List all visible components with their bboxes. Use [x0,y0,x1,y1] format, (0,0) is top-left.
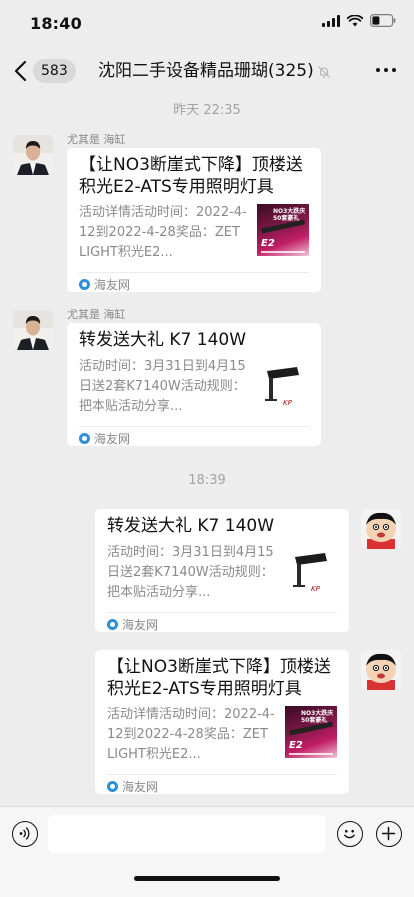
my-avatar[interactable] [361,509,401,549]
source-app-icon [107,781,118,792]
link-card[interactable]: 转发送大礼 K7 140W 活动时间：3月31日到4月15日送2套K7140W活… [95,509,349,632]
sender-name: 尤其是 海缸 [67,133,126,146]
voice-input-button[interactable] [12,821,38,847]
sender-name: 尤其是 海缸 [67,308,126,321]
status-time: 18:40 [30,14,82,33]
source-app-icon [79,433,90,444]
sender-avatar[interactable] [13,310,53,350]
link-card[interactable]: 转发送大礼 K7 140W 活动时间：3月31日到4月15日送2套K7140W活… [67,323,321,446]
card-thumbnail: KP [257,361,309,413]
timestamp: 昨天 22:35 [173,103,241,118]
card-source: 海友网 [107,778,158,795]
card-description: 活动时间：3月31日到4月15日送2套K7140W活动规则：把本贴活动分享... [79,359,246,414]
source-name: 海友网 [122,780,159,794]
card-source: 海友网 [79,430,130,447]
thumbnail-label: E2 [261,238,275,249]
card-description: 活动时间：3月31日到4月15日送2套K7140W活动规则：把本贴活动分享... [107,545,274,600]
back-icon[interactable] [10,58,32,84]
message-input[interactable] [48,815,326,853]
link-card[interactable]: 【让NO3断崖式下降】顶楼送积光E2-ATS专用照明灯具 活动详情活动时间：20… [67,148,321,292]
source-app-icon [79,279,90,290]
source-name: 海友网 [94,432,131,446]
status-bar: 18:40 [0,0,414,48]
card-title: 【让NO3断崖式下降】顶楼送积光E2-ATS专用照明灯具 [79,155,303,197]
status-icons [322,14,396,27]
card-title: 转发送大礼 K7 140W [79,330,247,350]
signal-icon [322,14,340,27]
card-thumbnail: KP [285,547,337,599]
svg-text:KP: KP [311,585,321,593]
unread-count-badge[interactable]: 583 [33,59,76,83]
card-thumbnail: NO3大跌庆 50套豪礼 E2 [285,706,337,758]
chat-header: 583 沈阳二手设备精品珊瑚(325) [0,48,414,94]
card-divider [107,774,337,775]
smiley-icon [344,829,355,839]
card-description: 活动详情活动时间：2022-4-12到2022-4-28奖品：ZETLIGHT积… [107,707,275,762]
card-divider [79,426,309,427]
emoji-button[interactable] [337,821,363,847]
card-thumbnail: NO3大跌庆 50套豪礼 E2 [257,204,309,256]
svg-text:KP: KP [283,399,293,407]
thumbnail-label: E2 [289,740,303,751]
battery-icon [370,14,396,27]
card-source: 海友网 [79,276,130,293]
card-divider [79,272,309,273]
card-title: 【让NO3断崖式下降】顶楼送积光E2-ATS专用照明灯具 [107,657,331,699]
plus-icon [381,826,396,841]
wifi-icon [347,14,363,27]
card-source: 海友网 [107,616,158,633]
my-avatar[interactable] [361,650,401,690]
card-description: 活动详情活动时间：2022-4-12到2022-4-28奖品：ZETLIGHT积… [79,205,247,260]
voice-icon [19,827,30,840]
sender-avatar[interactable] [13,135,53,175]
mute-bell-icon [317,64,331,83]
card-divider [107,612,337,613]
source-name: 海友网 [94,278,131,292]
source-name: 海友网 [122,618,159,632]
input-bar [0,806,414,897]
card-title: 转发送大礼 K7 140W [107,516,275,536]
chat-title: 沈阳二手设备精品珊瑚(325) [98,61,314,81]
more-options-icon[interactable] [376,68,396,72]
home-indicator[interactable] [134,876,280,881]
source-app-icon [107,619,118,630]
link-card[interactable]: 【让NO3断崖式下降】顶楼送积光E2-ATS专用照明灯具 活动详情活动时间：20… [95,650,349,794]
timestamp: 18:39 [188,473,226,488]
more-functions-button[interactable] [376,821,402,847]
